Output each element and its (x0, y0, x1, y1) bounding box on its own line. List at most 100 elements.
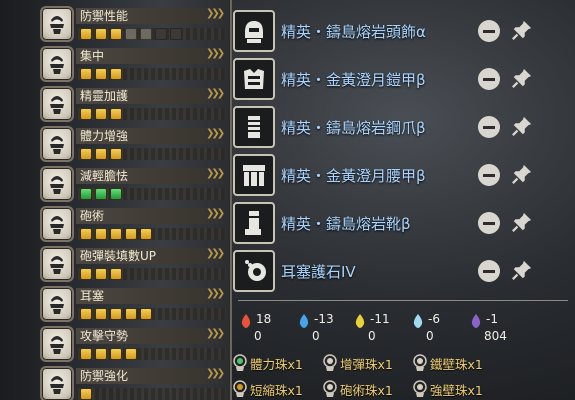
remove-equipment-button[interactable] (478, 20, 500, 42)
remove-equipment-button[interactable] (478, 212, 500, 234)
skill-name: 砲彈裝填數UP (80, 249, 157, 263)
resistance-value: -13 (314, 312, 334, 326)
skill-name: 精靈加護 (80, 89, 129, 103)
skill-level-pips (80, 268, 122, 280)
skill-level-pip (95, 68, 107, 80)
pin-icon[interactable] (510, 18, 534, 42)
decoration-item[interactable]: 鐵壁珠x1 (412, 352, 500, 374)
skill-level-pip (80, 188, 92, 200)
decoration-item[interactable]: 強壁珠x1 (412, 378, 500, 400)
skill-level-pip (95, 268, 107, 280)
skill-level-pip (80, 108, 92, 120)
skill-level-pip (80, 308, 92, 320)
skill-row[interactable]: 砲彈裝填數UP ❯❯❯ (0, 242, 232, 282)
defense-value: 0 (426, 329, 434, 343)
stats-separator (238, 300, 568, 301)
skill-row[interactable]: 精靈加護 ❯❯❯ (0, 82, 232, 122)
skill-level-pip (95, 108, 107, 120)
skill-level-pip (140, 28, 152, 40)
dragon-res-icon (471, 314, 481, 328)
equipment-row[interactable]: 精英・金黃澄月鎧甲β (233, 56, 575, 102)
skill-level-pip (125, 308, 137, 320)
skill-level-pip (110, 68, 122, 80)
decoration-item[interactable]: 砲術珠x1 (322, 378, 410, 400)
skill-level-pips (80, 308, 152, 320)
decoration-name: 增彈珠x1 (340, 357, 393, 372)
equipment-row[interactable]: 精英・鑄島熔岩靴β (233, 200, 575, 246)
skill-name: 體力增強 (80, 129, 129, 143)
remove-equipment-button[interactable] (478, 116, 500, 138)
pin-icon[interactable] (510, 66, 534, 90)
skill-level-pip (95, 148, 107, 160)
decoration-jewel-icon (323, 354, 337, 371)
decoration-name: 鐵壁珠x1 (430, 357, 483, 372)
defense-value: 0 (254, 329, 262, 343)
skill-mortar-icon (40, 46, 74, 82)
resistance-stat: -6 0 (412, 312, 472, 348)
skill-mortar-icon (40, 286, 74, 322)
skill-row[interactable]: 攻擊守勢 ❯❯❯ (0, 322, 232, 362)
decoration-item[interactable]: 短縮珠x1 (232, 378, 320, 400)
skill-mortar-icon (40, 326, 74, 362)
decoration-jewel-icon (323, 380, 337, 397)
chevron-decoration-icon: ❯❯❯ (206, 168, 225, 179)
helmet-icon (233, 10, 275, 52)
resistance-value: 18 (256, 312, 272, 326)
skill-row[interactable]: 體力增強 ❯❯❯ (0, 122, 232, 162)
panel-divider (230, 0, 232, 400)
equipment-row[interactable]: 精英・金黃澄月腰甲β (233, 152, 575, 198)
skill-level-pips (80, 188, 122, 200)
waist-armor-icon (233, 154, 275, 196)
skill-level-pip (110, 348, 122, 360)
remove-equipment-button[interactable] (478, 260, 500, 282)
skill-row[interactable]: 減輕膽怯 ❯❯❯ (0, 162, 232, 202)
thunder-res-icon (355, 314, 365, 328)
decoration-item[interactable]: 體力珠x1 (232, 352, 320, 374)
equipment-row[interactable]: 精英・鑄島熔岩頭飾α (233, 8, 575, 54)
skill-level-pip (80, 68, 92, 80)
decoration-item[interactable]: 增彈珠x1 (322, 352, 410, 374)
pin-icon[interactable] (510, 162, 534, 186)
decoration-jewel-icon (233, 354, 247, 371)
skill-name: 集中 (80, 49, 105, 63)
defense-value: 804 (484, 329, 507, 343)
equipment-row[interactable]: 耳塞護石IV (233, 248, 575, 294)
resistance-stat: -13 0 (298, 312, 358, 348)
equipment-row[interactable]: 精英・鑄島熔岩鋼爪β (233, 104, 575, 150)
pin-icon[interactable] (510, 114, 534, 138)
skill-mortar-icon (40, 86, 74, 122)
skill-mortar-icon (40, 166, 74, 202)
skill-level-pips (80, 228, 152, 240)
resistance-stat: -1 804 (470, 312, 530, 348)
chest-armor-icon (233, 58, 275, 100)
equipment-name: 精英・金黃澄月腰甲β (281, 167, 426, 185)
skill-level-track (78, 388, 226, 400)
water-res-icon (299, 314, 309, 328)
skill-row[interactable]: 防禦強化 ❯❯❯ (0, 362, 232, 400)
remove-equipment-button[interactable] (478, 68, 500, 90)
pin-icon[interactable] (510, 258, 534, 282)
skill-level-pip (125, 228, 137, 240)
skill-level-pip (155, 28, 167, 40)
skill-row[interactable]: 耳塞 ❯❯❯ (0, 282, 232, 322)
skill-row[interactable]: 集中 ❯❯❯ (0, 42, 232, 82)
skill-row[interactable]: 防禦性能 ❯❯❯ (0, 2, 232, 42)
remove-equipment-button[interactable] (478, 164, 500, 186)
skill-name: 攻擊守勢 (80, 329, 129, 343)
skill-mortar-icon (40, 206, 74, 242)
skill-name: 減輕膽怯 (80, 169, 129, 183)
skill-level-pip (110, 148, 122, 160)
skill-level-pips (80, 148, 122, 160)
equipment-name: 精英・鑄島熔岩靴β (281, 215, 411, 233)
skill-level-pip (110, 308, 122, 320)
skill-level-pip (110, 28, 122, 40)
skill-row[interactable]: 砲術 ❯❯❯ (0, 202, 232, 242)
pin-icon[interactable] (510, 210, 534, 234)
skill-level-pip (170, 28, 182, 40)
decoration-jewel-icon (413, 380, 427, 397)
skill-level-pip (95, 228, 107, 240)
skill-mortar-icon (40, 246, 74, 282)
equipment-name: 精英・鑄島熔岩鋼爪β (281, 119, 426, 137)
skill-level-pip (95, 308, 107, 320)
chevron-decoration-icon: ❯❯❯ (206, 288, 225, 299)
